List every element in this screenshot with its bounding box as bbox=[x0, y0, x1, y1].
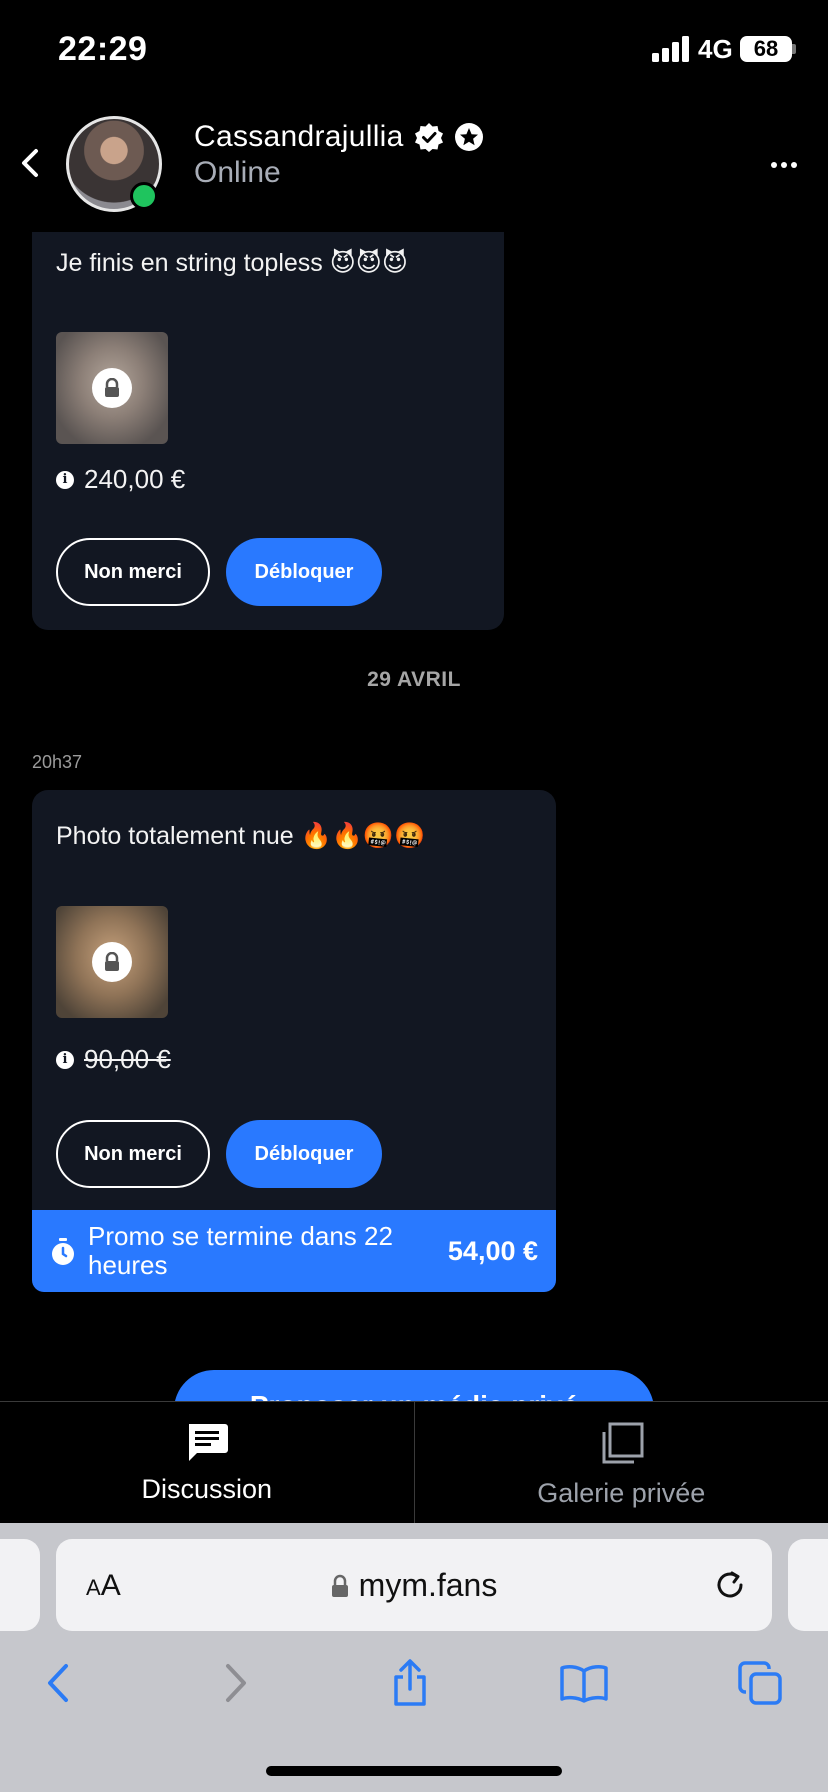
price-row: i 90,00 € bbox=[56, 1044, 171, 1075]
contact-status: Online bbox=[194, 156, 281, 189]
status-bar: 22:29 4G 68 bbox=[0, 0, 828, 100]
chevron-left-icon bbox=[22, 149, 38, 177]
decline-button[interactable]: Non merci bbox=[56, 538, 210, 606]
info-icon: i bbox=[56, 470, 74, 489]
share-icon bbox=[394, 1659, 426, 1706]
next-tab-card[interactable] bbox=[788, 1539, 828, 1631]
chat-header: Cassandrajullia Online bbox=[0, 100, 828, 232]
locked-media-thumbnail[interactable] bbox=[56, 332, 168, 444]
lock-icon bbox=[92, 368, 132, 408]
unlock-button[interactable]: Débloquer bbox=[226, 1120, 382, 1188]
share-button[interactable] bbox=[380, 1653, 440, 1713]
chat-area[interactable]: Je finis en string topless 😈😈😈 i 240,00 … bbox=[0, 232, 828, 1402]
locked-media-thumbnail[interactable] bbox=[56, 906, 168, 1018]
browser-chrome: AA mym.fans bbox=[0, 1523, 828, 1792]
promo-text: Promo se termine dans 22 heures bbox=[88, 1221, 393, 1280]
stopwatch-icon bbox=[52, 1238, 74, 1265]
message-bubble: Je finis en string topless 😈😈😈 i 240,00 … bbox=[32, 232, 504, 630]
tabs-icon bbox=[738, 1661, 782, 1705]
browser-forward-button[interactable] bbox=[206, 1653, 266, 1713]
tab-label: Discussion bbox=[141, 1474, 273, 1504]
browser-toolbar bbox=[0, 1653, 828, 1733]
previous-tab-card[interactable] bbox=[0, 1539, 40, 1631]
bottom-tabs: Discussion Galerie privée bbox=[0, 1401, 828, 1523]
chevron-right-icon bbox=[226, 1664, 246, 1702]
chevron-left-icon bbox=[48, 1664, 68, 1702]
more-options-button[interactable] bbox=[764, 150, 804, 180]
signal-icon bbox=[652, 36, 689, 62]
battery-cap bbox=[792, 44, 796, 54]
more-dot-icon bbox=[771, 162, 777, 168]
home-indicator bbox=[266, 1766, 562, 1776]
battery-icon: 68 bbox=[740, 36, 792, 62]
message-text: Photo totalement nue 🔥🔥🤬🤬 bbox=[56, 822, 426, 850]
tabs-button[interactable] bbox=[730, 1653, 790, 1713]
promo-price: 54,00 € bbox=[447, 1236, 538, 1266]
url-display[interactable]: mym.fans bbox=[56, 1567, 772, 1604]
verified-badge-icon bbox=[414, 123, 443, 152]
info-icon: i bbox=[56, 1050, 74, 1069]
chat-icon bbox=[188, 1424, 228, 1461]
contact-name-row[interactable]: Cassandrajullia bbox=[194, 120, 484, 154]
lock-icon bbox=[331, 1574, 348, 1597]
tab-discussion[interactable]: Discussion bbox=[0, 1402, 414, 1523]
contact-name: Cassandrajullia bbox=[194, 120, 404, 153]
tab-private-gallery[interactable]: Galerie privée bbox=[413, 1402, 828, 1523]
status-time: 22:29 bbox=[58, 30, 148, 68]
tab-label: Galerie privée bbox=[537, 1478, 706, 1508]
original-price: 90,00 € bbox=[84, 1044, 171, 1074]
price-row: i 240,00 € bbox=[56, 464, 185, 495]
star-badge-icon bbox=[454, 123, 483, 151]
message-time: 20h37 bbox=[32, 752, 83, 772]
gallery-icon bbox=[602, 1422, 644, 1464]
online-indicator bbox=[130, 182, 158, 210]
url-text: mym.fans bbox=[358, 1567, 498, 1603]
lock-icon bbox=[92, 942, 132, 982]
unlock-button[interactable]: Débloquer bbox=[226, 538, 382, 606]
promo-banner: Promo se termine dans 22 heures 54,00 € bbox=[32, 1210, 556, 1292]
message-actions: Non merci Débloquer bbox=[56, 538, 382, 606]
message-actions: Non merci Débloquer bbox=[56, 1120, 382, 1188]
book-icon bbox=[560, 1665, 608, 1703]
message-bubble: Photo totalement nue 🔥🔥🤬🤬 i 90,00 € Non … bbox=[32, 790, 556, 1210]
network-type: 4G bbox=[698, 34, 733, 64]
more-dot-icon bbox=[781, 162, 787, 168]
more-dot-icon bbox=[791, 162, 797, 168]
bookmarks-button[interactable] bbox=[554, 1653, 614, 1713]
browser-back-button[interactable] bbox=[28, 1653, 88, 1713]
media-price: 240,00 € bbox=[84, 464, 186, 494]
address-bar[interactable]: AA mym.fans bbox=[56, 1539, 772, 1631]
decline-button[interactable]: Non merci bbox=[56, 1120, 210, 1188]
message-text: Je finis en string topless 😈😈😈 bbox=[56, 249, 408, 277]
date-separator: 29 AVRIL bbox=[367, 668, 461, 691]
reload-icon[interactable] bbox=[712, 1567, 748, 1603]
back-button[interactable] bbox=[10, 138, 50, 188]
propose-media-button[interactable]: Proposer un média privé bbox=[174, 1370, 654, 1402]
